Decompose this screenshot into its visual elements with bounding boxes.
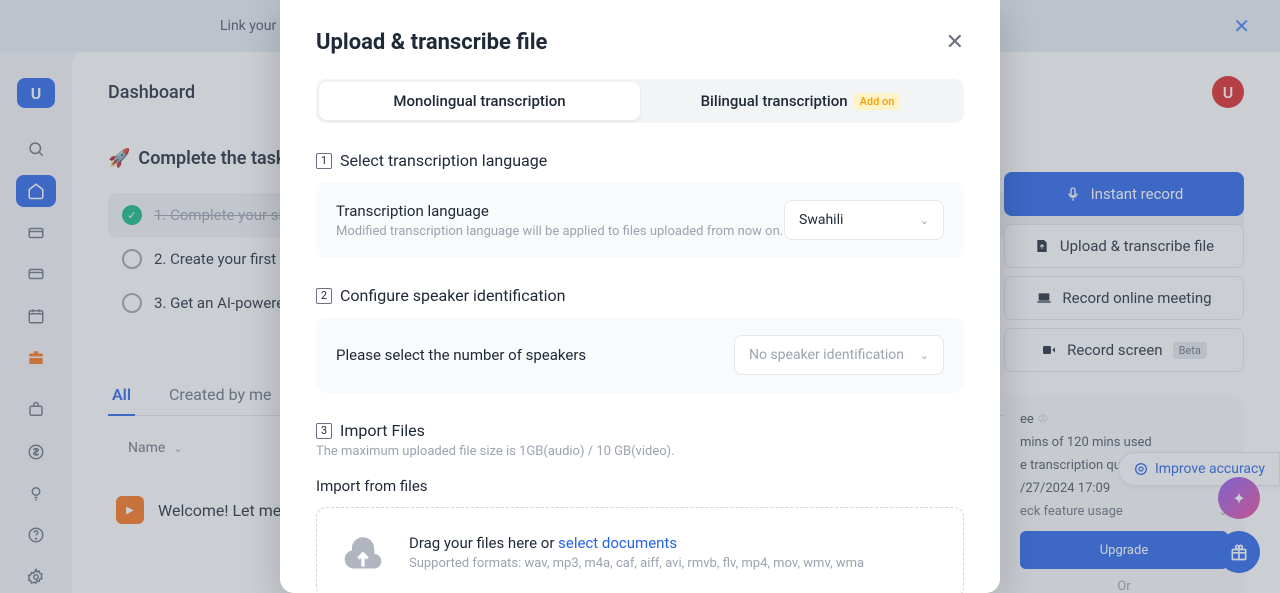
speaker-select[interactable]: No speaker identification ⌄ (734, 335, 944, 375)
supported-formats: Supported formats: wav, mp3, m4a, caf, a… (409, 556, 864, 571)
language-card: Transcription language Modified transcri… (316, 182, 964, 258)
chevron-down-icon: ⌄ (920, 214, 929, 227)
language-label: Transcription language (336, 202, 783, 220)
language-sub: Modified transcription language will be … (336, 224, 783, 239)
step-number-1: 1 (316, 153, 332, 169)
step-number-3: 3 (316, 423, 332, 439)
cloud-upload-icon (341, 530, 385, 574)
bilingual-tab[interactable]: Bilingual transcription Add on (640, 82, 961, 120)
speaker-card: Please select the number of speakers No … (316, 317, 964, 393)
upload-modal: Upload & transcribe file ✕ Monolingual t… (280, 0, 1000, 593)
modal-close-icon[interactable]: ✕ (946, 30, 964, 55)
monolingual-tab[interactable]: Monolingual transcription (319, 82, 640, 120)
step-number-2: 2 (316, 288, 332, 304)
language-select[interactable]: Swahili ⌄ (784, 200, 944, 240)
chevron-down-icon: ⌄ (920, 349, 929, 362)
dropzone-text: Drag your files here or select documents (409, 534, 864, 552)
import-from-files-label: Import from files (316, 477, 964, 495)
addon-badge: Add on (854, 93, 901, 110)
select-documents-link[interactable]: select documents (558, 534, 677, 552)
step-2-label: 2 Configure speaker identification (316, 286, 964, 305)
step-3-label: 3 Import Files (316, 421, 964, 440)
step-1-label: 1 Select transcription language (316, 151, 964, 170)
modal-overlay[interactable]: Upload & transcribe file ✕ Monolingual t… (0, 0, 1280, 593)
step-3-sub: The maximum uploaded file size is 1GB(au… (316, 444, 964, 459)
modal-title: Upload & transcribe file (316, 30, 547, 55)
transcription-mode-tabs: Monolingual transcription Bilingual tran… (316, 79, 964, 123)
file-dropzone[interactable]: Drag your files here or select documents… (316, 507, 964, 593)
speaker-label: Please select the number of speakers (336, 346, 586, 364)
